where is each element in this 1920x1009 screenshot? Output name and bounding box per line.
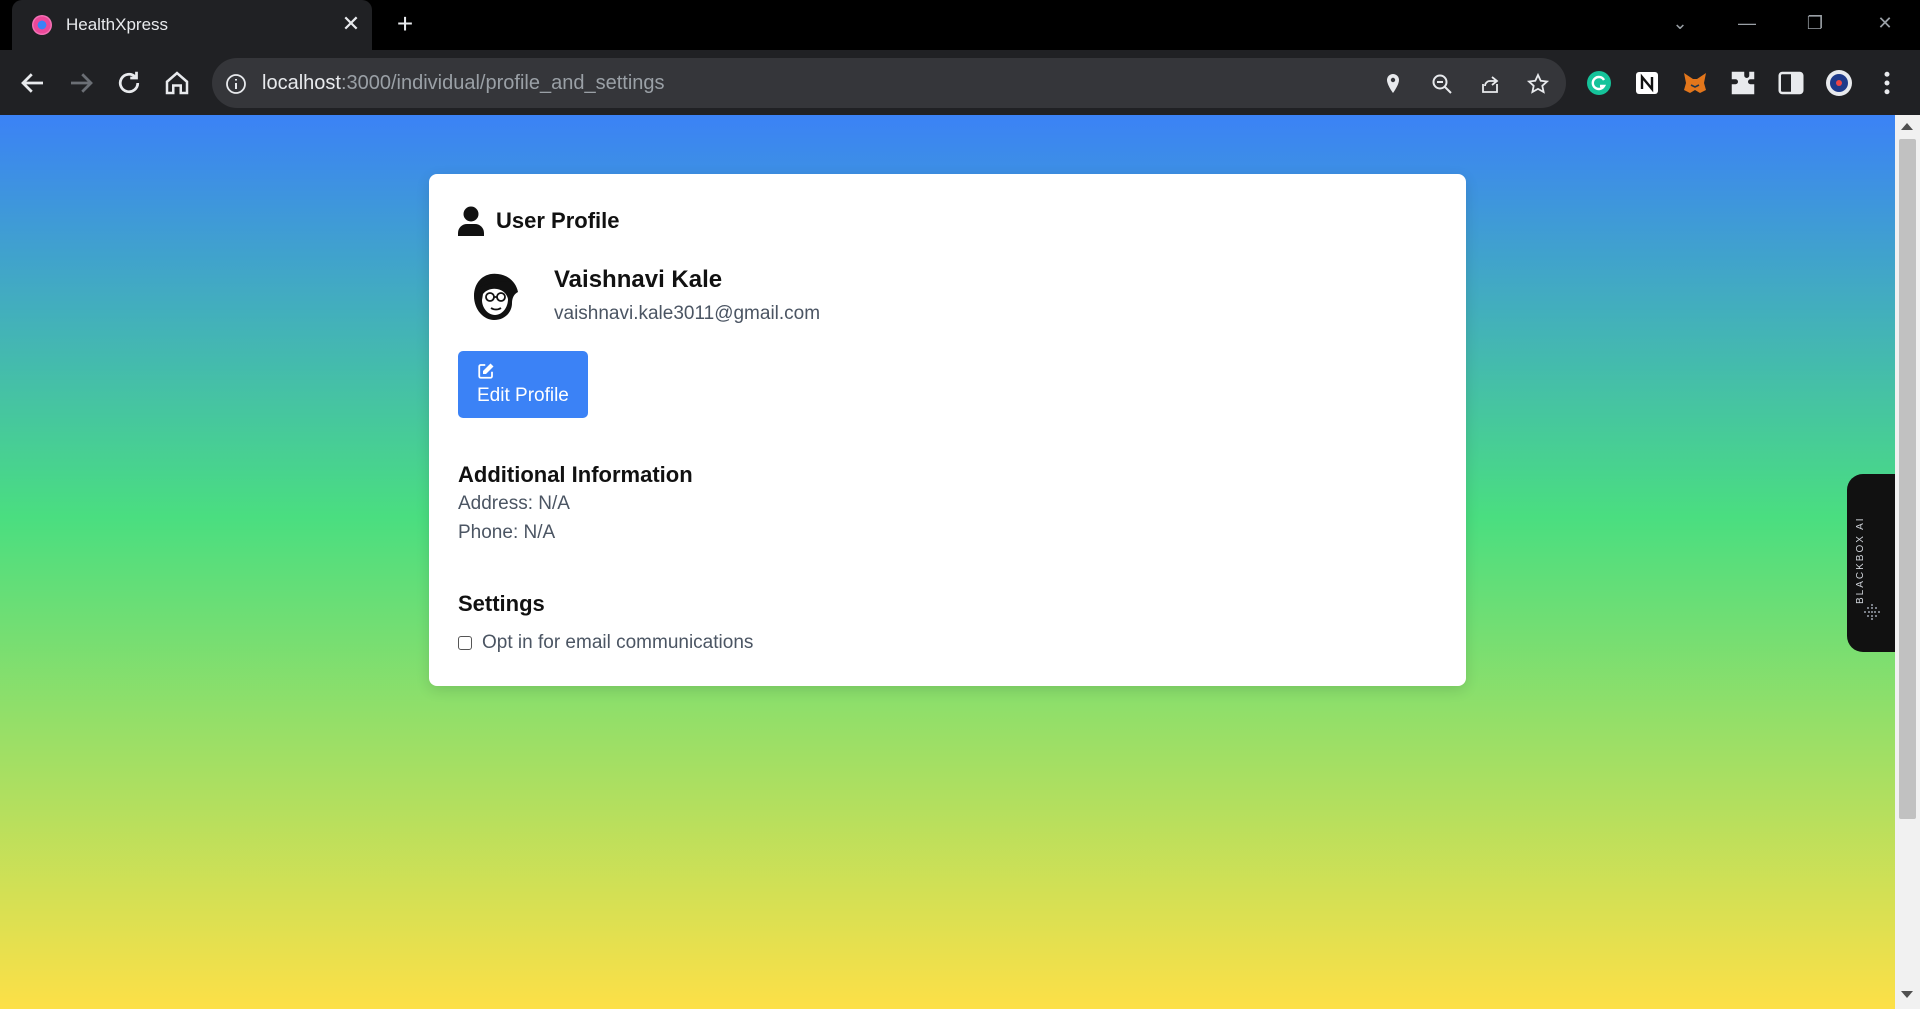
browser-tab[interactable]: HealthXpress ✕ xyxy=(12,0,372,50)
url-text[interactable]: localhost:3000/individual/profile_and_se… xyxy=(262,72,665,95)
avatar xyxy=(474,273,518,320)
home-icon[interactable] xyxy=(162,68,192,98)
blackbox-ai-label: BLACKBOX AI xyxy=(1855,516,1866,604)
reload-icon[interactable] xyxy=(114,68,144,98)
back-icon[interactable] xyxy=(18,68,48,98)
address-text: Address: N/A xyxy=(458,493,570,514)
extensions-puzzle-icon[interactable] xyxy=(1728,68,1758,98)
page-viewport: User Profile Vaishnavi Kale vaishnavi.ka… xyxy=(0,115,1895,1009)
share-icon[interactable] xyxy=(1478,72,1502,96)
menu-kebab-icon[interactable] xyxy=(1872,68,1902,98)
tab-title: HealthXpress xyxy=(66,15,169,34)
forward-icon[interactable] xyxy=(66,68,96,98)
scroll-thumb[interactable] xyxy=(1899,139,1916,819)
metamask-fox-icon[interactable] xyxy=(1680,68,1710,98)
restore-icon[interactable]: ❐ xyxy=(1795,8,1835,38)
scroll-down-icon[interactable] xyxy=(1901,991,1913,998)
edit-profile-button[interactable]: Edit Profile xyxy=(458,351,588,418)
address-bar[interactable]: localhost:3000/individual/profile_and_se… xyxy=(212,58,1566,108)
info-icon[interactable] xyxy=(224,72,248,96)
page-scrollbar[interactable] xyxy=(1895,115,1920,1009)
phone-text: Phone: N/A xyxy=(458,522,556,543)
bookmark-star-icon[interactable] xyxy=(1526,72,1550,96)
scroll-up-icon[interactable] xyxy=(1901,123,1913,130)
grammarly-icon[interactable] xyxy=(1584,68,1614,98)
close-tab-icon[interactable]: ✕ xyxy=(338,11,364,37)
tab-strip: HealthXpress ✕ + ⌄ — ❐ ✕ xyxy=(0,0,1920,50)
browser-toolbar: localhost:3000/individual/profile_and_se… xyxy=(0,50,1920,115)
settings-heading: Settings xyxy=(458,591,545,616)
tab-search-icon[interactable]: ⌄ xyxy=(1660,8,1700,38)
zoom-out-icon[interactable] xyxy=(1430,72,1454,96)
edit-profile-label: Edit Profile xyxy=(477,385,569,406)
new-tab-icon[interactable]: + xyxy=(390,10,420,40)
minimize-icon[interactable]: — xyxy=(1727,8,1767,38)
page-title: User Profile xyxy=(496,208,620,233)
blackbox-logo-icon xyxy=(1864,604,1880,620)
profile-avatar-icon[interactable] xyxy=(1824,68,1854,98)
notion-icon[interactable] xyxy=(1632,68,1662,98)
email-opt-in-option[interactable]: Opt in for email communications xyxy=(458,632,753,654)
location-icon[interactable] xyxy=(1381,72,1405,96)
additional-info-heading: Additional Information xyxy=(458,462,693,487)
user-icon xyxy=(458,206,484,236)
email-opt-in-label: Opt in for email communications xyxy=(482,632,754,653)
user-name: Vaishnavi Kale xyxy=(554,266,723,293)
user-email: vaishnavi.kale3011@gmail.com xyxy=(554,303,821,324)
close-window-icon[interactable]: ✕ xyxy=(1865,8,1905,38)
blackbox-ai-widget[interactable]: BLACKBOX AI xyxy=(1847,474,1895,652)
edit-icon xyxy=(478,363,494,379)
side-panel-icon[interactable] xyxy=(1776,68,1806,98)
card-header: User Profile xyxy=(458,206,620,236)
favicon-icon xyxy=(32,15,52,35)
email-opt-in-checkbox[interactable] xyxy=(458,636,472,650)
profile-card: User Profile Vaishnavi Kale vaishnavi.ka… xyxy=(429,174,1466,686)
